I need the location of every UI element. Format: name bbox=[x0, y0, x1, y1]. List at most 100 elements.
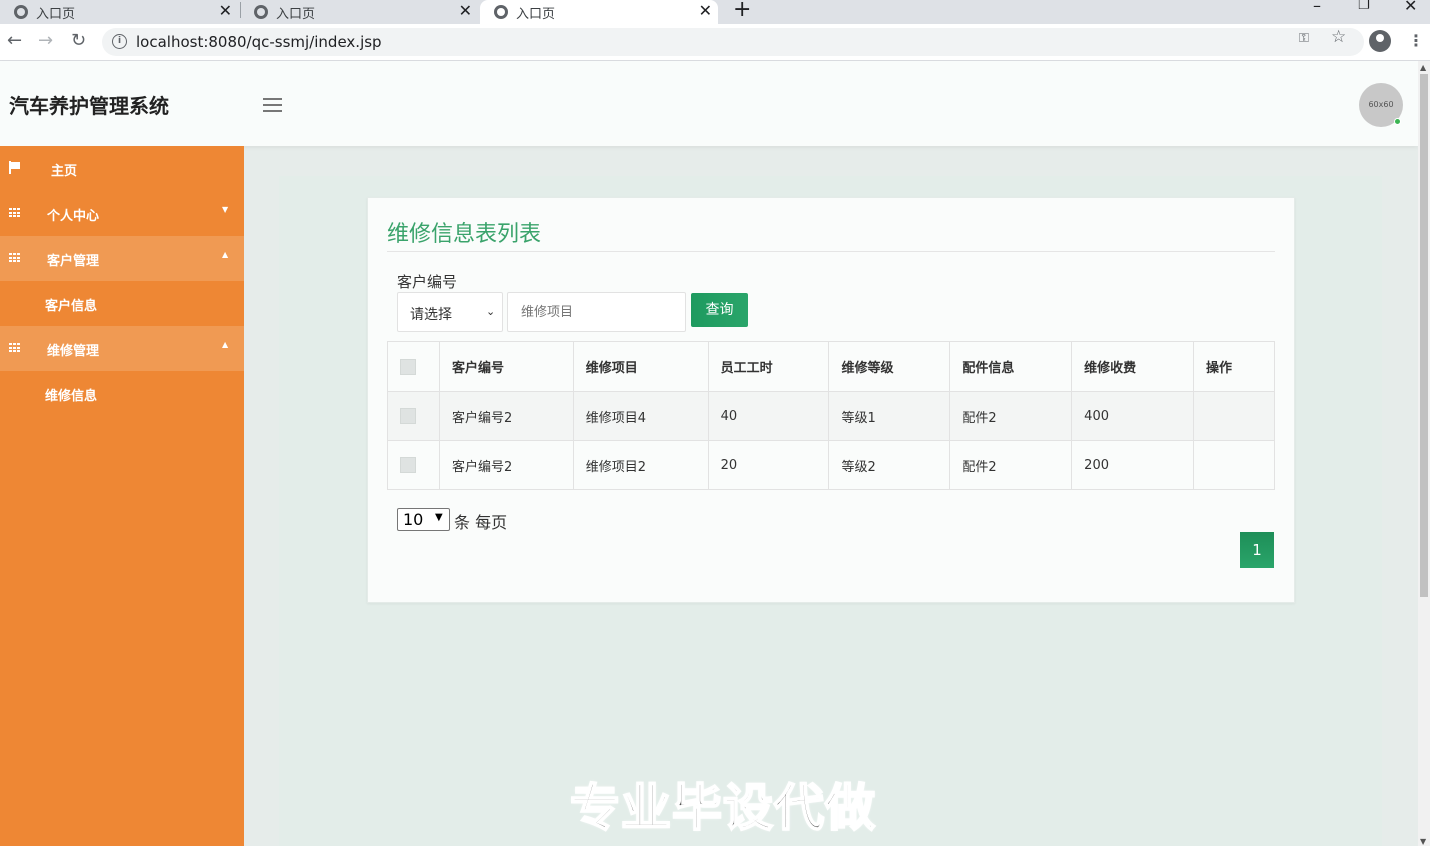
query-button[interactable]: 查询 bbox=[691, 293, 748, 327]
column-header: 维修项目 bbox=[572, 341, 709, 392]
column-header: 操作 bbox=[1193, 341, 1275, 392]
filter-label: 客户编号 bbox=[397, 273, 458, 291]
sidebar-item-personal-center[interactable]: 个人中心 ▼ bbox=[0, 191, 244, 236]
repair-info-table: 客户编号 维修项目 员工工时 维修等级 配件信息 维修收费 操作 客户编号2 维… bbox=[387, 341, 1275, 490]
row-checkbox[interactable] bbox=[400, 408, 416, 424]
close-icon[interactable]: ✕ bbox=[459, 0, 472, 22]
key-icon[interactable]: ⚿ bbox=[1299, 31, 1309, 46]
profile-icon[interactable] bbox=[1369, 30, 1391, 52]
table-cell: 等级2 bbox=[828, 440, 951, 490]
table-cell: 维修项目2 bbox=[572, 440, 709, 490]
flag-icon bbox=[9, 161, 21, 175]
per-page-label: 条 每页 bbox=[454, 513, 508, 532]
table-row: 客户编号2 维修项目2 20 等级2 配件2 200 bbox=[387, 440, 1275, 490]
caret-up-icon: ▲ bbox=[222, 340, 229, 349]
table-header-row: 客户编号 维修项目 员工工时 维修等级 配件信息 维修收费 操作 bbox=[387, 341, 1275, 392]
reload-icon[interactable]: ↻ bbox=[71, 30, 86, 51]
online-status-dot bbox=[1394, 118, 1401, 125]
watermark-text: 专业毕设代做 bbox=[569, 778, 876, 838]
close-icon[interactable]: ✕ bbox=[219, 0, 232, 22]
page-size-select[interactable]: 10 ▼ bbox=[397, 508, 450, 531]
table-cell: 维修项目4 bbox=[572, 391, 709, 441]
back-arrow-icon[interactable]: ← bbox=[7, 30, 22, 51]
title-divider bbox=[387, 251, 1275, 252]
kebab-menu-icon[interactable]: ⋮ bbox=[1408, 31, 1424, 50]
actions-cell bbox=[1193, 440, 1275, 490]
sidebar-item-repair-management[interactable]: 维修管理 ▲ bbox=[0, 326, 244, 371]
browser-tab[interactable]: 入口页 ✕ bbox=[240, 0, 478, 24]
caret-up-icon: ▲ bbox=[222, 250, 229, 259]
page-title: 维修信息表列表 bbox=[387, 222, 542, 247]
table-cell: 客户编号2 bbox=[438, 391, 574, 441]
table-cell: 20 bbox=[707, 440, 830, 490]
sidebar-item-label: 客户管理 bbox=[47, 254, 100, 269]
grid-icon bbox=[9, 343, 21, 353]
chevron-down-icon: ⌄ bbox=[486, 305, 496, 318]
column-header: 维修收费 bbox=[1071, 341, 1195, 392]
repair-item-search-input[interactable] bbox=[507, 292, 686, 332]
caret-down-icon: ▼ bbox=[222, 205, 229, 214]
globe-icon bbox=[254, 5, 268, 19]
table-cell: 配件2 bbox=[949, 440, 1073, 490]
row-select-cell bbox=[387, 391, 440, 441]
tab-title: 入口页 bbox=[36, 6, 76, 22]
tab-title: 入口页 bbox=[516, 6, 556, 22]
grid-icon bbox=[9, 208, 21, 218]
sidebar-item-home[interactable]: 主页 bbox=[0, 146, 244, 191]
chevron-down-icon: ▼ bbox=[435, 512, 443, 523]
close-icon[interactable]: ✕ bbox=[699, 0, 712, 22]
actions-cell bbox=[1193, 391, 1275, 441]
list-card: 维修信息表列表 客户编号 请选择 ⌄ 查询 客户编号 维修项目 员工工时 维修等… bbox=[367, 197, 1295, 603]
app-title: 汽车养护管理系统 bbox=[9, 94, 169, 118]
address-bar[interactable]: i localhost:8080/qc-ssmj/index.jsp bbox=[102, 28, 1364, 56]
page-size-value: 10 bbox=[403, 510, 424, 529]
table-cell: 配件2 bbox=[949, 391, 1073, 441]
customer-number-select[interactable]: 请选择 ⌄ bbox=[397, 292, 503, 332]
browser-toolbar: ← → ↻ i localhost:8080/qc-ssmj/index.jsp… bbox=[0, 24, 1430, 61]
row-select-cell bbox=[387, 440, 440, 490]
globe-icon bbox=[494, 5, 508, 19]
browser-tab-active[interactable]: 入口页 ✕ bbox=[480, 0, 718, 24]
page-scrollbar[interactable]: ▲ ▼ bbox=[1418, 61, 1430, 846]
table-cell: 等级1 bbox=[828, 391, 951, 441]
browser-tab[interactable]: 入口页 ✕ bbox=[0, 0, 238, 24]
grid-icon bbox=[9, 253, 21, 263]
page-button-current[interactable]: 1 bbox=[1240, 532, 1274, 568]
globe-icon bbox=[14, 5, 28, 19]
sidebar-item-customer-management[interactable]: 客户管理 ▲ bbox=[0, 236, 244, 281]
scroll-down-arrow-icon[interactable]: ▼ bbox=[1420, 837, 1426, 846]
minimize-button[interactable]: – bbox=[1313, 0, 1321, 15]
hamburger-menu-icon[interactable] bbox=[263, 98, 282, 116]
sidebar-item-label: 个人中心 bbox=[47, 209, 100, 224]
new-tab-button[interactable]: + bbox=[733, 0, 751, 22]
sidebar-subitem-label: 客户信息 bbox=[45, 299, 98, 314]
window-close-button[interactable]: ✕ bbox=[1404, 0, 1417, 15]
select-all-checkbox[interactable] bbox=[400, 358, 416, 375]
sidebar-item-label: 维修管理 bbox=[47, 344, 100, 359]
star-icon[interactable]: ☆ bbox=[1331, 27, 1346, 47]
column-header: 客户编号 bbox=[438, 341, 574, 392]
sidebar-subitem-repair-info[interactable]: 维修信息 bbox=[0, 371, 244, 416]
app-header: 汽车养护管理系统 60x60 bbox=[0, 61, 1418, 146]
table-cell: 400 bbox=[1071, 391, 1195, 441]
table-cell: 200 bbox=[1071, 440, 1195, 490]
scroll-up-arrow-icon[interactable]: ▲ bbox=[1420, 63, 1426, 72]
restore-button[interactable]: ❐ bbox=[1358, 0, 1370, 13]
select-all-cell bbox=[387, 341, 440, 392]
table-cell: 40 bbox=[707, 391, 830, 441]
url-text[interactable]: localhost:8080/qc-ssmj/index.jsp bbox=[136, 33, 382, 51]
table-row: 客户编号2 维修项目4 40 等级1 配件2 400 bbox=[387, 391, 1275, 441]
column-header: 员工工时 bbox=[707, 341, 830, 392]
select-value: 请选择 bbox=[410, 307, 452, 323]
column-header: 配件信息 bbox=[949, 341, 1073, 392]
scrollbar-thumb[interactable] bbox=[1420, 74, 1428, 597]
info-icon[interactable]: i bbox=[112, 34, 127, 49]
column-header: 维修等级 bbox=[828, 341, 951, 392]
sidebar-subitem-customer-info[interactable]: 客户信息 bbox=[0, 281, 244, 326]
row-checkbox[interactable] bbox=[400, 457, 416, 473]
tab-title: 入口页 bbox=[276, 6, 316, 22]
sidebar-item-label: 主页 bbox=[51, 164, 78, 179]
avatar[interactable]: 60x60 bbox=[1359, 83, 1403, 127]
forward-arrow-icon[interactable]: → bbox=[38, 30, 53, 51]
avatar-placeholder-text: 60x60 bbox=[1368, 100, 1394, 109]
